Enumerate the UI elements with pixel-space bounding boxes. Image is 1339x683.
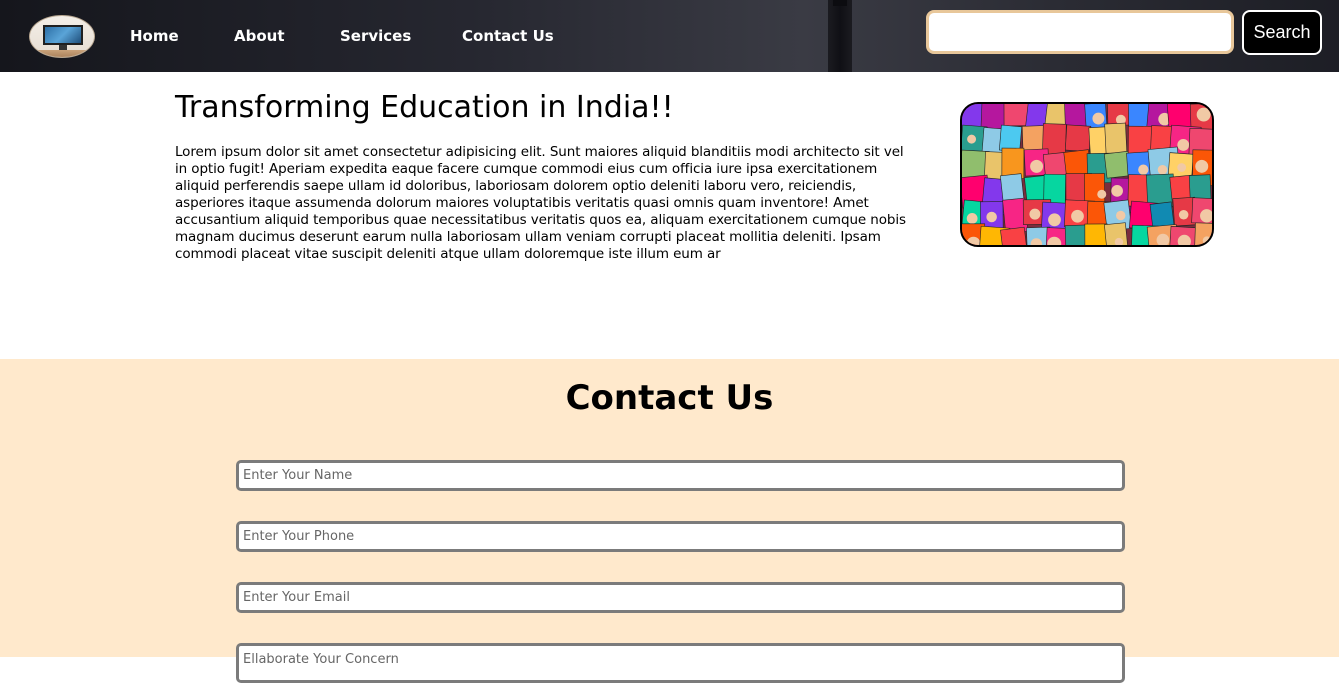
book-cover-face-shape — [1196, 107, 1211, 122]
phone-field[interactable] — [236, 521, 1125, 552]
book-cover-shape — [1064, 124, 1092, 152]
book-cover-face-shape — [986, 211, 997, 223]
search-input[interactable] — [926, 10, 1234, 54]
book-cover-face-shape — [1030, 159, 1044, 173]
search-button[interactable]: Search — [1242, 10, 1322, 55]
book-cover-shape — [1003, 104, 1030, 127]
book-cover-face-shape — [1202, 236, 1212, 245]
navbar-background-pole — [828, 0, 852, 72]
book-cover-face-shape — [1114, 237, 1124, 245]
book-cover-shape — [1084, 223, 1108, 245]
book-cover-face-shape — [1195, 159, 1209, 173]
book-cover-shape — [998, 124, 1023, 153]
intro-paragraph: Lorem ipsum dolor sit amet consectetur a… — [175, 144, 906, 262]
book-cover-face-shape — [1092, 112, 1105, 125]
book-cover-face-shape — [1138, 164, 1149, 175]
book-cover-face-shape — [1177, 139, 1190, 151]
logo-icon[interactable] — [29, 15, 95, 58]
contact-title: Contact Us — [565, 378, 774, 418]
book-cover-face-shape — [1200, 209, 1212, 223]
book-cover-shape — [1064, 224, 1088, 245]
book-cover-face-shape — [1157, 164, 1168, 175]
book-cover-face-shape — [1178, 209, 1189, 220]
book-cover-face-shape — [1111, 185, 1123, 197]
book-cover-face-shape — [1048, 213, 1061, 227]
book-cover-shape — [1194, 222, 1212, 245]
book-cover-shape — [1149, 201, 1175, 229]
page-title: Transforming Education in India!! — [175, 90, 674, 125]
nav-link-contact-us[interactable]: Contact Us — [462, 27, 554, 47]
books-collage-image — [960, 102, 1214, 247]
book-cover-face-shape — [1116, 210, 1126, 221]
navbar: Home About Services Contact Us Search — [0, 0, 1339, 72]
monitor-screen-icon — [43, 25, 83, 45]
nav-link-about[interactable]: About — [234, 27, 285, 47]
book-cover-face-shape — [1177, 163, 1187, 172]
concern-field[interactable] — [236, 643, 1125, 683]
email-field[interactable] — [236, 582, 1125, 613]
book-cover-shape — [1000, 226, 1028, 245]
book-cover-face-shape — [967, 134, 977, 144]
book-cover-face-shape — [1156, 233, 1170, 245]
book-cover-shape — [1084, 173, 1106, 206]
books-collage-graphic — [962, 104, 1212, 245]
name-field[interactable] — [236, 460, 1125, 491]
navbar-background-pole-cap — [833, 0, 847, 6]
book-cover-face-shape — [1071, 209, 1084, 223]
book-cover-face-shape — [1097, 189, 1107, 199]
book-cover-face-shape — [1029, 208, 1041, 220]
book-cover-face-shape — [966, 213, 978, 224]
nav-link-services[interactable]: Services — [340, 27, 411, 47]
desk-icon — [30, 50, 94, 57]
nav-link-home[interactable]: Home — [130, 27, 179, 47]
